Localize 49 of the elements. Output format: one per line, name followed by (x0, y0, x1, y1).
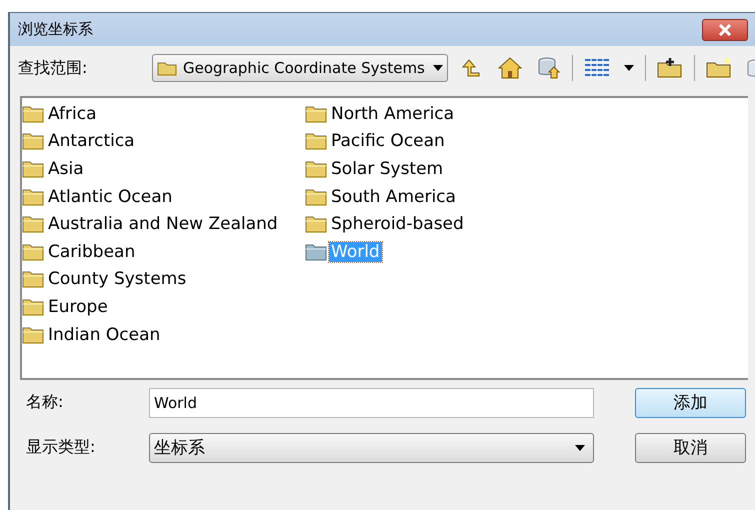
folder-icon (305, 104, 327, 123)
caret-icon[interactable] (624, 65, 634, 71)
caret-icon (575, 444, 585, 450)
folder-item[interactable]: Atlantic Ocean (46, 186, 174, 207)
folder-icon (305, 215, 327, 234)
database-home-icon[interactable] (537, 56, 561, 80)
folder-item[interactable]: North America (329, 104, 456, 124)
folder-item[interactable]: Solar System (329, 158, 446, 179)
folder-icon (157, 60, 177, 76)
folder-item[interactable]: Africa (46, 104, 98, 124)
folder-icon (305, 242, 327, 261)
folder-item[interactable]: Europe (46, 296, 110, 317)
folder-icon (305, 160, 327, 178)
folder-icon (22, 215, 44, 234)
look-in-dropdown[interactable]: Geographic Coordinate Systems (152, 54, 448, 82)
folder-item[interactable]: Australia and New Zealand (46, 214, 280, 234)
folder-icon (22, 242, 44, 261)
folder-icon (22, 270, 44, 288)
folder-item[interactable]: South America (329, 186, 458, 207)
folder-icon (305, 188, 327, 206)
folder-item[interactable]: Pacific Ocean (329, 131, 447, 152)
folder-icon (305, 132, 327, 150)
folder-icon (22, 160, 44, 178)
name-field[interactable]: World (149, 388, 594, 418)
folder-icon (22, 326, 44, 344)
folder-icon (22, 132, 44, 150)
home-icon[interactable] (497, 56, 523, 80)
folder-icon (22, 188, 44, 206)
folder-item[interactable]: Asia (46, 158, 86, 179)
folder-item[interactable]: Caribbean (46, 242, 138, 262)
close-icon (718, 24, 732, 36)
type-dropdown[interactable]: 坐标系 (149, 432, 594, 462)
new-folder-icon[interactable] (706, 57, 732, 79)
window-title: 浏览坐标系 (18, 20, 94, 39)
folder-item[interactable]: Indian Ocean (46, 324, 162, 345)
folder-item[interactable]: County Systems (46, 269, 188, 290)
list-view-icon[interactable] (584, 57, 610, 79)
folder-item[interactable]: Spheroid-based (329, 214, 466, 234)
add-button[interactable]: 添加 (635, 388, 746, 418)
folder-icon (22, 298, 44, 316)
connect-folder-icon[interactable] (657, 57, 683, 79)
caret-icon (433, 65, 443, 71)
close-button[interactable] (702, 18, 748, 40)
look-in-label: 查找范围: (18, 58, 88, 78)
cancel-button[interactable]: 取消 (635, 432, 746, 462)
folder-icon (22, 104, 44, 123)
type-label: 显示类型: (25, 437, 96, 458)
folder-item[interactable]: Antarctica (46, 131, 137, 152)
name-label: 名称: (25, 392, 64, 413)
